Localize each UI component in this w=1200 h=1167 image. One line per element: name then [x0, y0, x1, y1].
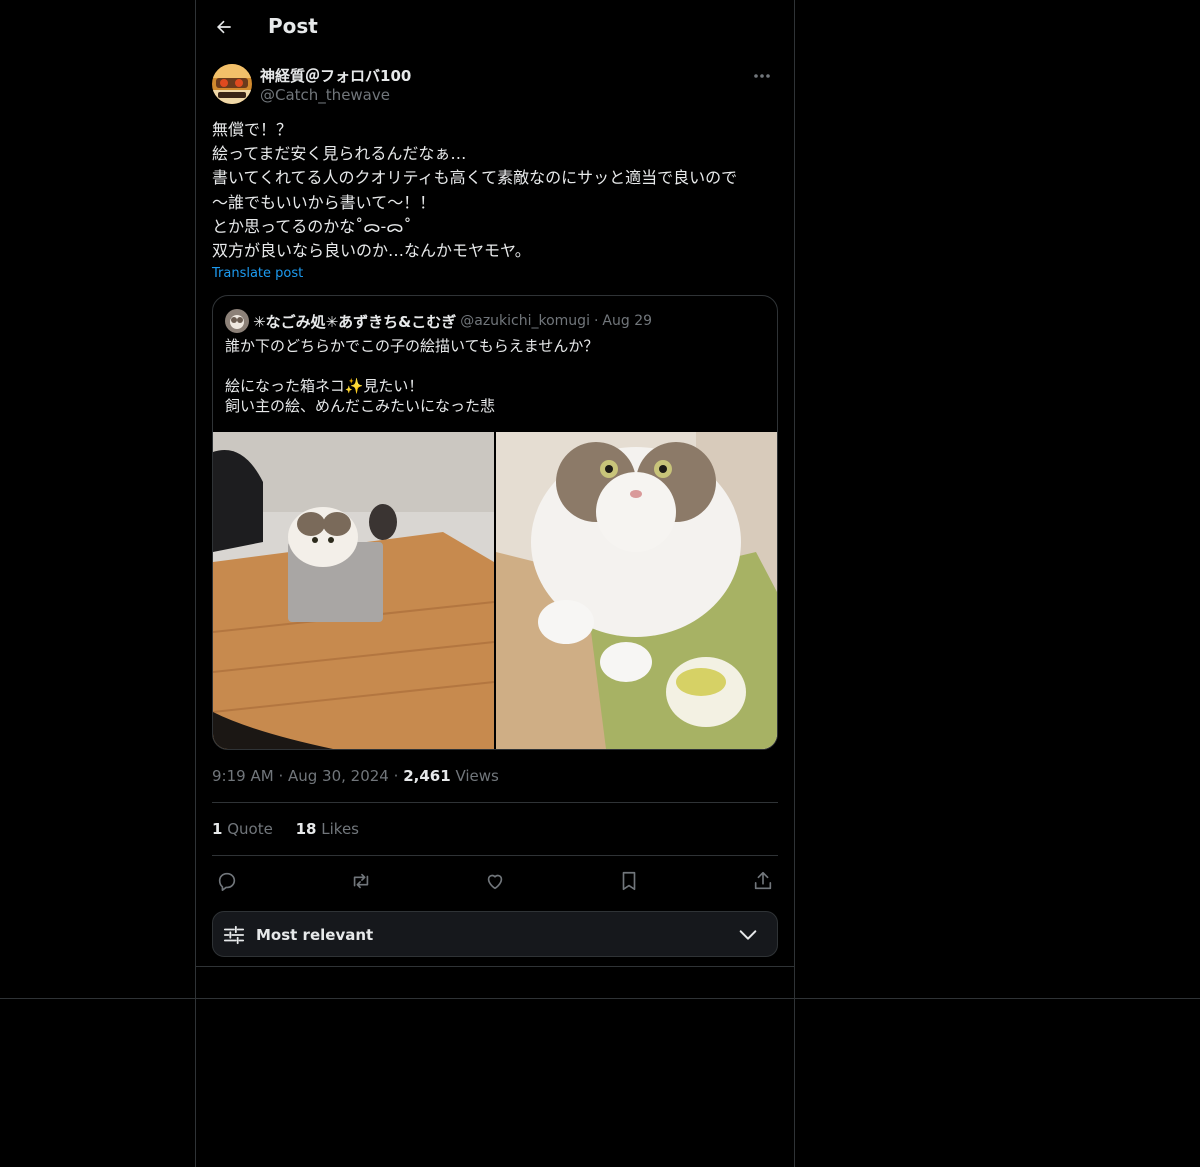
post-author: 神経質＠フォロバ100 @Catch_thewave [212, 64, 778, 106]
quoted-post-text: 誰か下のどちらかでこの子の絵描いてもらえませんか？ 絵になった箱ネコ✨見たい！ … [225, 337, 599, 415]
reply-sort-dropdown[interactable]: Most relevant [212, 911, 778, 957]
author-name[interactable]: 神経質＠フォロバ100 [260, 65, 411, 86]
divider [212, 802, 778, 803]
page-header: Post [196, 0, 794, 54]
quoted-author-name: ✳︎なごみ処✳︎あずきち&こむぎ [253, 312, 457, 331]
avatar[interactable] [212, 64, 252, 104]
more-dots-icon [754, 74, 770, 78]
page-title: Post [268, 14, 318, 38]
post-time[interactable]: 9:19 AM [212, 767, 274, 785]
separator-dot: · [278, 767, 284, 785]
divider [195, 966, 795, 967]
post-stats: 1 Quote 18 Likes [212, 820, 377, 838]
bookmark-icon [622, 871, 636, 891]
divider [212, 855, 778, 856]
divider [0, 998, 1200, 999]
back-button[interactable] [208, 11, 240, 43]
quoted-avatar [225, 309, 249, 333]
views-label: Views [455, 767, 499, 785]
quotes-stat[interactable]: 1 Quote [212, 820, 273, 838]
chevron-down-icon [739, 930, 757, 940]
like-button[interactable] [480, 866, 510, 896]
post-metadata: 9:19 AM · Aug 30, 2024 · 2,461 Views [212, 767, 499, 785]
translate-post-link[interactable]: Translate post [212, 266, 303, 281]
bookmark-button[interactable] [614, 866, 644, 896]
share-button[interactable] [748, 866, 778, 896]
repost-icon [353, 873, 369, 889]
reply-button[interactable] [212, 866, 242, 896]
share-icon [754, 871, 772, 890]
quoted-post-header: ✳︎なごみ処✳︎あずきち&こむぎ @azukichi_komugi · Aug … [225, 308, 652, 334]
reply-icon [218, 872, 236, 891]
quoted-date: Aug 29 [602, 313, 653, 329]
quoted-media [213, 432, 777, 749]
cat-in-cardboard-box-image[interactable] [496, 432, 777, 749]
post-date[interactable]: Aug 30, 2024 [288, 767, 389, 785]
quote-label: Quote [227, 820, 273, 838]
quoted-post[interactable]: ✳︎なごみ処✳︎あずきち&こむぎ @azukichi_komugi · Aug … [212, 295, 778, 750]
post-actions [212, 866, 778, 896]
sort-label: Most relevant [256, 926, 374, 944]
heart-icon [487, 874, 503, 890]
main-column: Post 神経質＠フォロバ100 @Catch_thewave 無償で！？ 絵っ… [195, 0, 795, 1167]
likes-label: Likes [321, 820, 359, 838]
repost-button[interactable] [346, 866, 376, 896]
quote-count: 1 [212, 820, 223, 838]
separator-dot: · [393, 767, 399, 785]
likes-count: 18 [295, 820, 317, 838]
more-options-button[interactable] [746, 64, 778, 88]
views-count: 2,461 [403, 767, 451, 785]
post-text: 無償で！？ 絵ってまだ安く見られるんだなぁ… 書いてくれてる人のクオリティも高く… [212, 120, 738, 261]
author-handle[interactable]: @Catch_thewave [260, 86, 390, 104]
cat-in-box-on-table-image[interactable] [213, 432, 494, 749]
separator-dot: · [593, 313, 599, 329]
quoted-author-handle: @azukichi_komugi [460, 313, 590, 329]
likes-stat[interactable]: 18 Likes [296, 820, 359, 838]
arrow-left-icon [216, 20, 231, 34]
sliders-icon [223, 925, 245, 945]
